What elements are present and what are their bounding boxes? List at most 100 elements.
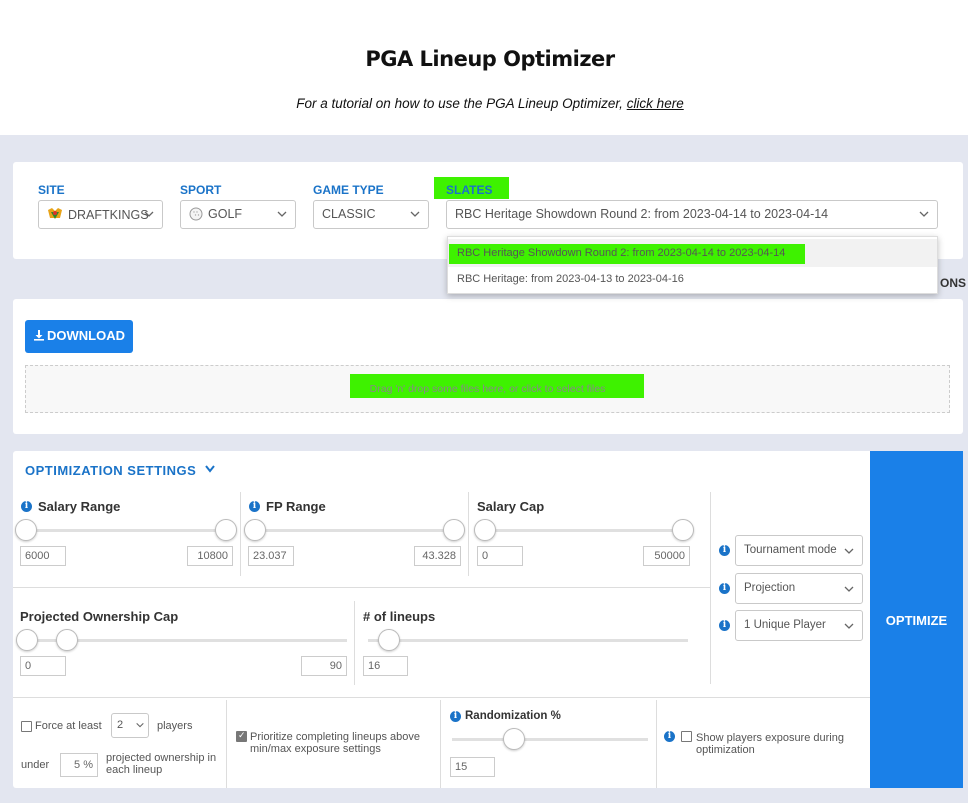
settings-header[interactable]: OPTIMIZATION SETTINGS <box>25 463 216 478</box>
fp-range-track[interactable] <box>256 529 454 532</box>
ownership-min-input[interactable]: 0 <box>20 656 66 676</box>
lineups-label: # of lineups <box>363 609 436 624</box>
info-icon[interactable]: i <box>719 545 730 556</box>
sort-select[interactable]: Projection <box>735 573 863 604</box>
salary-cap-track[interactable] <box>486 529 684 532</box>
salary-cap-min-input[interactable]: 0 <box>477 546 523 566</box>
sport-value: GOLF <box>208 207 243 221</box>
download-icon <box>33 329 45 341</box>
slates-select[interactable]: RBC Heritage Showdown Round 2: from 2023… <box>446 200 938 229</box>
cut-off-tab-text: ONS <box>940 276 967 290</box>
divider <box>354 601 355 685</box>
tutorial-prefix: For a tutorial on how to use the PGA Lin… <box>296 96 627 111</box>
chevron-down-icon <box>277 211 287 217</box>
salary-min-input[interactable]: 6000 <box>20 546 66 566</box>
salary-cap-max-input[interactable]: 50000 <box>643 546 690 566</box>
divider <box>440 700 441 788</box>
salary-range-min-handle[interactable] <box>15 519 37 541</box>
randomization-handle[interactable] <box>503 728 525 750</box>
chevron-down-icon <box>844 548 854 554</box>
game-type-label: GAME TYPE <box>313 183 384 197</box>
salary-cap-max-handle[interactable] <box>672 519 694 541</box>
slate-option-label: RBC Heritage Showdown Round 2: from 2023… <box>457 247 786 259</box>
draftkings-logo-icon <box>47 207 63 221</box>
under-label: under <box>21 759 50 771</box>
site-label: SITE <box>38 183 65 197</box>
info-icon[interactable]: i <box>664 731 675 742</box>
download-button[interactable]: DOWNLOAD <box>25 320 133 353</box>
salary-range-label: Salary Range <box>38 499 121 514</box>
unique-player-value: 1 Unique Player <box>744 619 826 631</box>
chevron-down-icon <box>919 211 929 217</box>
mode-select[interactable]: Tournament mode <box>735 535 863 566</box>
site-value: DRAFTKINGS <box>68 208 149 222</box>
game-type-select[interactable]: CLASSIC <box>313 200 429 229</box>
ownership-pct-value: 5 <box>74 759 81 771</box>
divider <box>13 697 870 698</box>
ownership-pct-input[interactable]: 5 % <box>60 753 98 777</box>
slates-value: RBC Heritage Showdown Round 2: from 2023… <box>455 207 829 221</box>
info-icon[interactable]: i <box>719 583 730 594</box>
chevron-down-icon <box>136 722 144 728</box>
force-at-least-label: Force at least <box>35 720 102 732</box>
pct-sign: % <box>83 759 93 771</box>
randomization-label: Randomization % <box>465 710 561 722</box>
page-header: PGA Lineup Optimizer For a tutorial on h… <box>0 0 968 135</box>
prioritize-checkbox[interactable] <box>236 730 247 742</box>
sport-select[interactable]: GOLF <box>180 200 296 229</box>
fp-min-input[interactable]: 23.037 <box>248 546 294 566</box>
page-title: PGA Lineup Optimizer <box>365 47 615 71</box>
divider <box>240 492 241 576</box>
slate-option[interactable]: RBC Heritage Showdown Round 2: from 2023… <box>448 239 937 267</box>
ownership-cap-label: Projected Ownership Cap <box>20 609 179 624</box>
slate-option[interactable]: RBC Heritage: from 2023-04-13 to 2023-04… <box>448 265 937 293</box>
salary-max-input[interactable]: 10800 <box>187 546 233 566</box>
fp-range-min-handle[interactable] <box>244 519 266 541</box>
show-exposure-label: Show players exposure during optimizatio… <box>696 732 844 756</box>
optimize-label: OPTIMIZE <box>885 613 948 628</box>
sort-value: Projection <box>744 582 796 594</box>
fp-max-input[interactable]: 43.328 <box>414 546 461 566</box>
download-label: DOWNLOAD <box>47 328 125 343</box>
force-count-select[interactable]: 2 <box>111 713 149 738</box>
lineups-track[interactable] <box>368 639 688 642</box>
fp-range-max-handle[interactable] <box>443 519 465 541</box>
divider <box>656 700 657 788</box>
file-dropzone[interactable]: Drag 'n' drop some files here, or click … <box>25 365 950 413</box>
prioritize-label: Prioritize completing lineups above min/… <box>250 731 420 755</box>
divider <box>468 492 469 576</box>
slates-dropdown-menu: RBC Heritage Showdown Round 2: from 2023… <box>447 236 938 294</box>
slate-option-label: RBC Heritage: from 2023-04-13 to 2023-04… <box>457 273 684 285</box>
site-select[interactable]: DRAFTKINGS <box>38 200 163 229</box>
players-label: players <box>157 720 193 732</box>
optimize-button[interactable]: OPTIMIZE <box>870 451 963 788</box>
salary-range-track[interactable] <box>28 529 226 532</box>
ownership-max-input[interactable]: 90 <box>301 656 347 676</box>
divider <box>226 700 227 788</box>
ownership-min-handle[interactable] <box>16 629 38 651</box>
randomization-track[interactable] <box>452 738 648 741</box>
show-exposure-checkbox[interactable] <box>681 731 692 742</box>
game-type-value: CLASSIC <box>322 207 376 221</box>
info-icon[interactable]: i <box>719 620 730 631</box>
salary-range-max-handle[interactable] <box>215 519 237 541</box>
dropzone-text: Drag 'n' drop some files here, or click … <box>369 383 606 395</box>
settings-header-label: OPTIMIZATION SETTINGS <box>25 463 197 478</box>
chevron-down-icon <box>144 211 154 217</box>
unique-player-select[interactable]: 1 Unique Player <box>735 610 863 641</box>
force-at-least-checkbox[interactable] <box>21 721 32 732</box>
ownership-max-handle[interactable] <box>56 629 78 651</box>
salary-cap-min-handle[interactable] <box>474 519 496 541</box>
info-icon[interactable]: i <box>21 501 32 512</box>
lineups-handle[interactable] <box>378 629 400 651</box>
projected-ownership-label: projected ownership in each lineup <box>106 752 217 776</box>
randomization-input[interactable]: 15 <box>450 757 495 777</box>
info-icon[interactable]: i <box>450 711 461 722</box>
tutorial-link[interactable]: click here <box>627 96 684 111</box>
force-count-value: 2 <box>117 719 124 731</box>
lineups-input[interactable]: 16 <box>363 656 408 676</box>
fp-range-label: FP Range <box>266 499 326 514</box>
mode-value: Tournament mode <box>744 544 837 556</box>
divider <box>13 587 710 588</box>
info-icon[interactable]: i <box>249 501 260 512</box>
